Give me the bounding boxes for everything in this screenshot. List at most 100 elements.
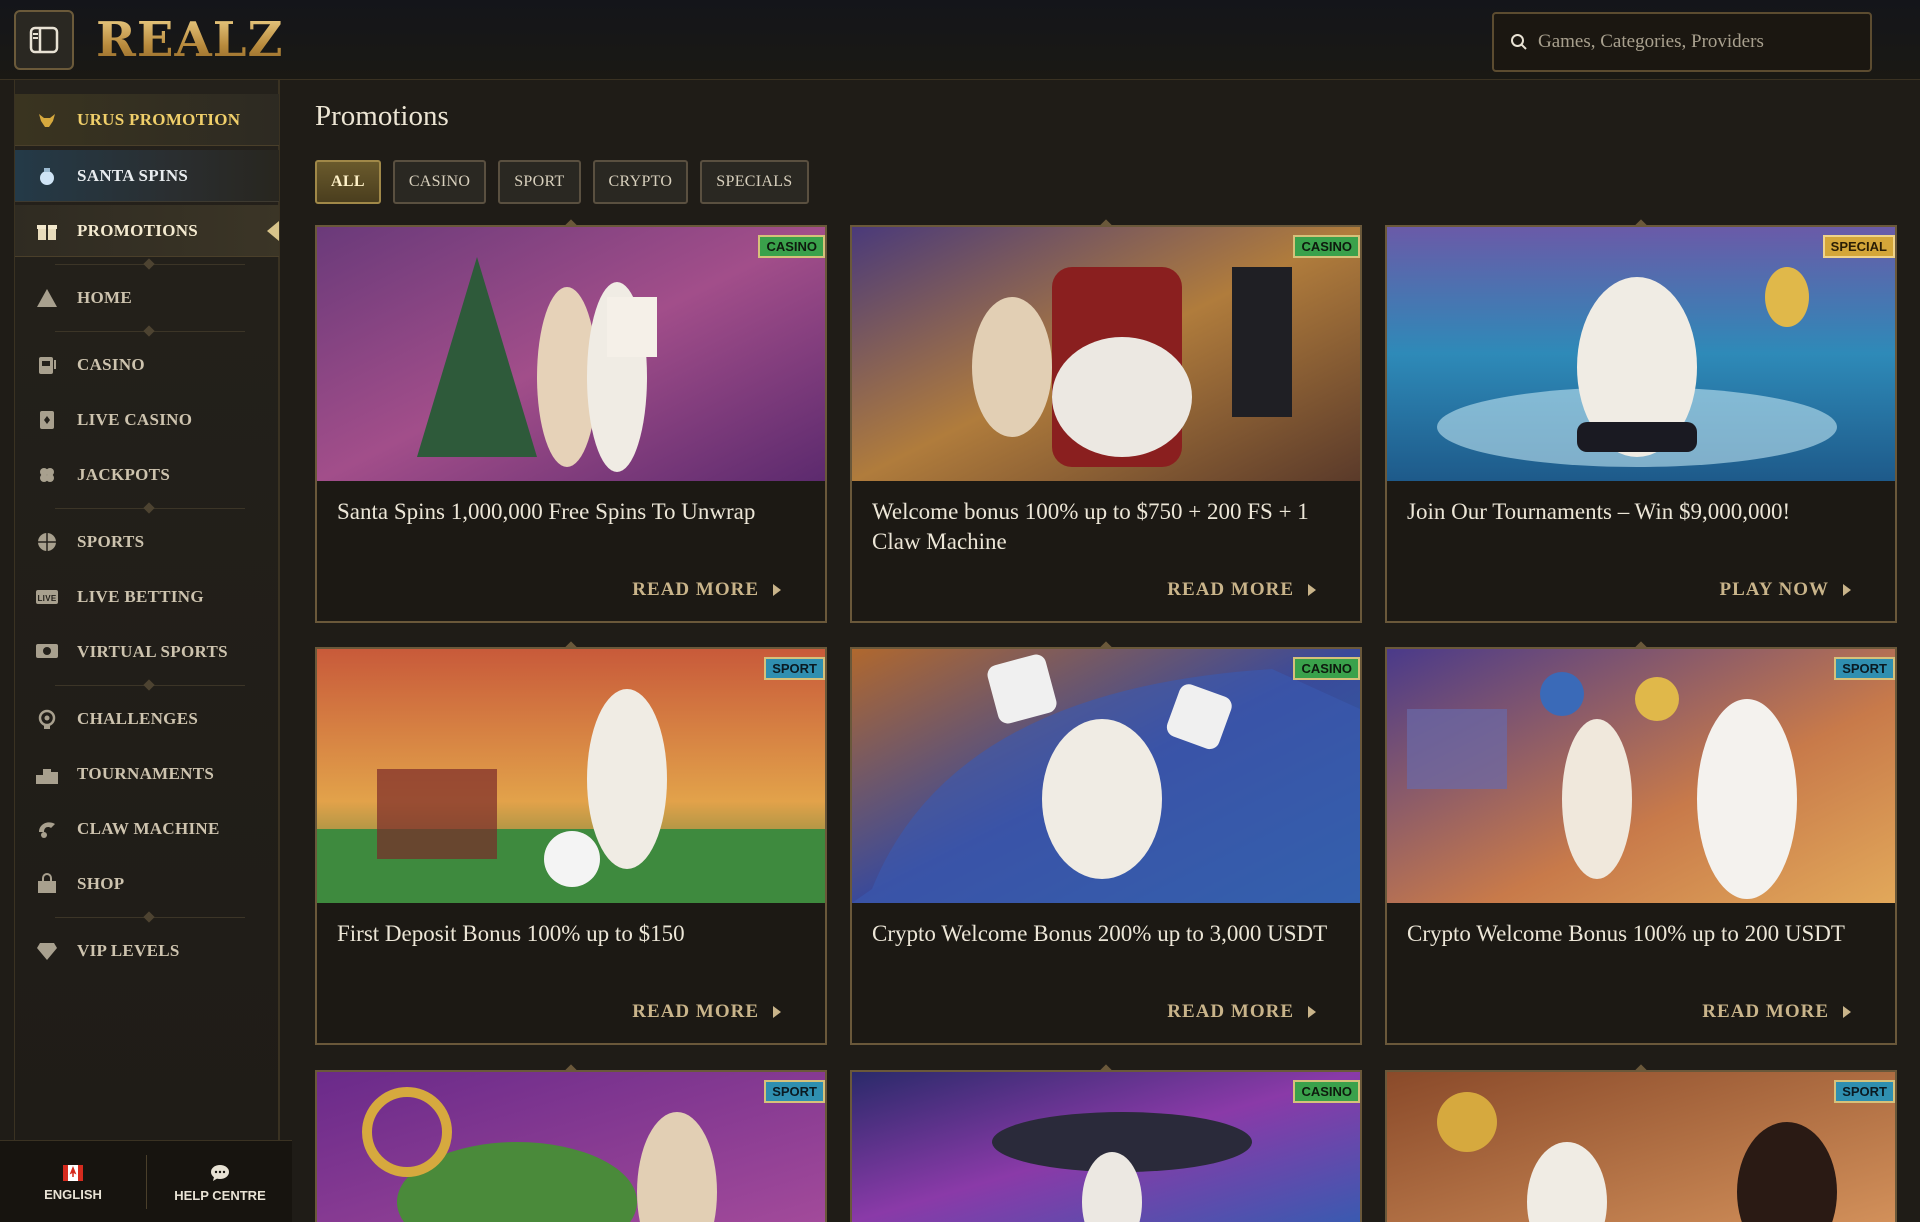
sidebar-item-label: CHALLENGES — [77, 709, 199, 728]
canada-flag-icon — [63, 1164, 83, 1181]
sidebar-item-label: LIVE BETTING — [77, 587, 204, 606]
sidebar-item-label: TOURNAMENTS — [77, 764, 215, 783]
divider — [55, 264, 245, 265]
shop-icon — [35, 872, 59, 896]
active-indicator-icon — [267, 221, 279, 241]
category-badge: SPORT — [764, 1080, 825, 1103]
sidebar-toggle-button[interactable] — [14, 10, 74, 70]
promo-title: First Deposit Bonus 100% up to $150 — [337, 921, 685, 946]
sidebar-item-santa-spins[interactable]: SANTA SPINS — [15, 150, 279, 202]
sidebar-item-label: LIVE CASINO — [77, 410, 193, 429]
clover-icon — [35, 463, 59, 487]
promo-title: Join Our Tournaments – Win $9,000,000! — [1407, 499, 1791, 524]
filter-specials[interactable]: SPECIALS — [700, 160, 809, 204]
sidebar-item-home[interactable]: HOME — [15, 272, 279, 324]
sidebar-item-label: VIP LEVELS — [77, 941, 180, 960]
promo-card-tournaments[interactable]: SPECIAL Join Our Tournaments – Win $9,00… — [1385, 219, 1897, 623]
sidebar-item-live-betting[interactable]: LIVE LIVE BETTING — [15, 571, 279, 623]
footer-divider — [146, 1155, 147, 1209]
read-more-button[interactable]: READ MORE — [1167, 1001, 1316, 1023]
cta-label: PLAY NOW — [1719, 579, 1829, 600]
promo-card-welcome-bonus[interactable]: CASINO Welcome bonus 100% up to $750 + 2… — [850, 219, 1362, 623]
sidebar-toggle-icon — [29, 26, 59, 54]
pyramid-icon — [35, 286, 59, 310]
promo-image — [1387, 649, 1895, 903]
promo-card-9[interactable]: SPORT — [1385, 1064, 1897, 1222]
sidebar-item-claw-machine[interactable]: CLAW MACHINE — [15, 803, 279, 855]
category-badge: CASINO — [1293, 1080, 1360, 1103]
filter-casino[interactable]: CASINO — [392, 160, 487, 204]
help-centre-button[interactable]: HELP CENTRE — [172, 1153, 268, 1213]
sidebar-item-promotions[interactable]: PROMOTIONS — [15, 205, 279, 257]
sidebar-item-label: CLAW MACHINE — [77, 819, 220, 838]
category-badge: CASINO — [758, 235, 825, 258]
divider — [55, 508, 245, 509]
filter-sport[interactable]: SPORT — [498, 160, 581, 204]
sidebar-item-label: HOME — [77, 288, 133, 307]
sidebar-item-shop[interactable]: SHOP — [15, 858, 279, 910]
search-input[interactable] — [1538, 31, 1858, 53]
brand-logo[interactable]: REALZ — [96, 12, 284, 68]
arrow-right-icon — [773, 1006, 781, 1018]
sidebar-item-casino[interactable]: CASINO — [15, 339, 279, 391]
category-badge: CASINO — [1293, 657, 1360, 680]
sidebar-item-label: SANTA SPINS — [77, 165, 189, 185]
sidebar-item-vip-levels[interactable]: VIP LEVELS — [15, 925, 279, 977]
promo-title: Crypto Welcome Bonus 100% up to 200 USDT — [1407, 921, 1845, 946]
language-selector[interactable]: ENGLISH — [40, 1153, 106, 1213]
read-more-button[interactable]: READ MORE — [632, 579, 781, 601]
arrow-right-icon — [1843, 584, 1851, 596]
help-centre-label: HELP CENTRE — [174, 1187, 266, 1203]
sidebar-item-jackpots[interactable]: JACKPOTS — [15, 449, 279, 501]
promo-card-crypto-200[interactable]: CASINO Crypto Welcome Bonus 200% up to 3… — [850, 641, 1362, 1045]
promo-image — [317, 649, 825, 903]
search-box[interactable] — [1492, 12, 1872, 72]
divider — [55, 331, 245, 332]
promotion-filters: ALL CASINO SPORT CRYPTO SPECIALS — [315, 160, 809, 204]
cta-label: READ MORE — [1167, 579, 1294, 600]
filter-crypto[interactable]: CRYPTO — [592, 160, 689, 204]
sidebar-item-urus-promotion[interactable]: URUS PROMOTION — [15, 94, 279, 146]
category-badge: CASINO — [1293, 235, 1360, 258]
promo-title: Crypto Welcome Bonus 200% up to 3,000 US… — [872, 921, 1328, 946]
sidebar-item-virtual-sports[interactable]: VIRTUAL SPORTS — [15, 626, 279, 678]
cta-label: READ MORE — [1167, 1001, 1294, 1022]
promo-card-santa-spins[interactable]: CASINO Santa Spins 1,000,000 Free Spins … — [315, 219, 827, 623]
challenge-icon — [35, 707, 59, 731]
promo-card-8[interactable]: CASINO — [850, 1064, 1362, 1222]
svg-text:LIVE: LIVE — [38, 594, 57, 603]
ornament-icon — [35, 164, 59, 188]
category-badge: SPORT — [1834, 1080, 1895, 1103]
promo-card-first-deposit[interactable]: SPORT First Deposit Bonus 100% up to $15… — [315, 641, 827, 1045]
filter-all[interactable]: ALL — [315, 160, 381, 204]
category-badge: SPECIAL — [1822, 235, 1895, 258]
basketball-icon — [35, 530, 59, 554]
bull-icon — [35, 108, 59, 132]
read-more-button[interactable]: READ MORE — [632, 1001, 781, 1023]
cta-label: READ MORE — [1702, 1001, 1829, 1022]
sidebar-item-sports[interactable]: SPORTS — [15, 516, 279, 568]
sidebar-item-live-casino[interactable]: LIVE CASINO — [15, 394, 279, 446]
read-more-button[interactable]: READ MORE — [1702, 1001, 1851, 1023]
diamond-icon — [35, 939, 59, 963]
sidebar-item-label: VIRTUAL SPORTS — [77, 642, 228, 661]
promo-image — [1387, 1072, 1895, 1222]
play-now-button[interactable]: PLAY NOW — [1719, 579, 1851, 601]
sidebar-item-label: PROMOTIONS — [77, 220, 199, 240]
top-header: REALZ — [0, 0, 1920, 80]
promo-card-crypto-100[interactable]: SPORT Crypto Welcome Bonus 100% up to 20… — [1385, 641, 1897, 1045]
arrow-right-icon — [1308, 584, 1316, 596]
sidebar-item-label: JACKPOTS — [77, 465, 171, 484]
promo-image — [852, 1072, 1360, 1222]
promo-card-7[interactable]: SPORT — [315, 1064, 827, 1222]
promo-image — [1387, 227, 1895, 481]
divider — [55, 685, 245, 686]
virtual-icon — [35, 640, 59, 664]
sidebar-item-challenges[interactable]: CHALLENGES — [15, 693, 279, 745]
read-more-button[interactable]: READ MORE — [1167, 579, 1316, 601]
arrow-right-icon — [1843, 1006, 1851, 1018]
cta-label: READ MORE — [632, 579, 759, 600]
cta-label: READ MORE — [632, 1001, 759, 1022]
promo-image — [852, 649, 1360, 903]
sidebar-item-tournaments[interactable]: TOURNAMENTS — [15, 748, 279, 800]
